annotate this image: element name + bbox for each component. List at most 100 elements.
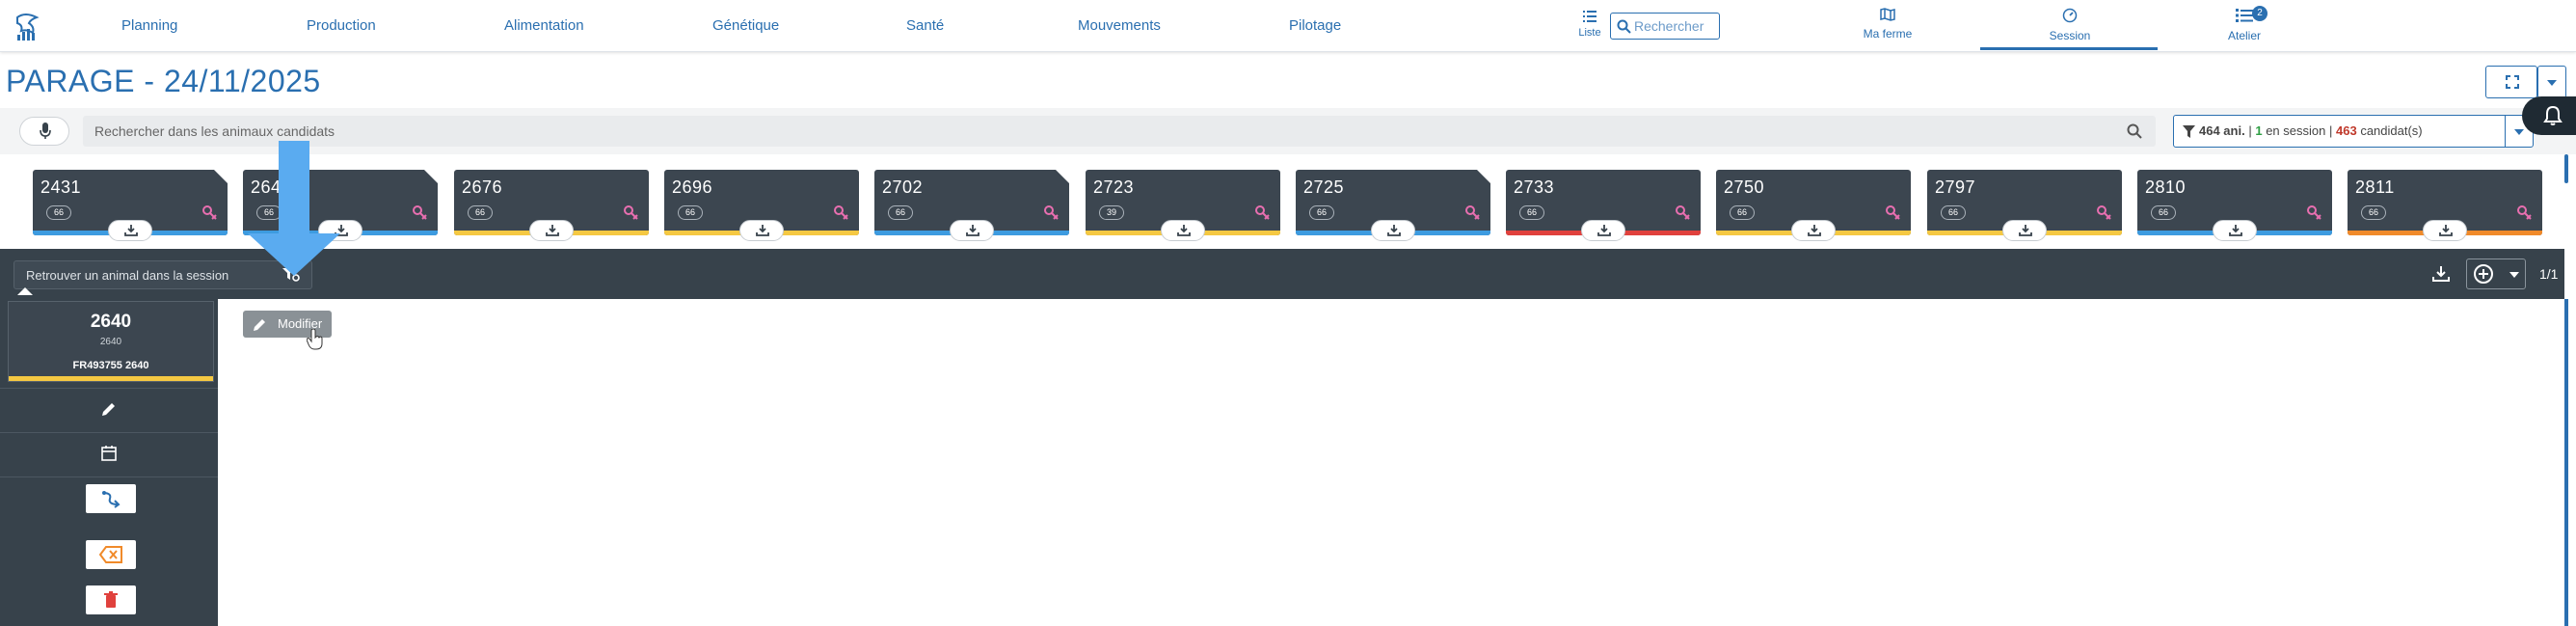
female-symbol-icon	[1465, 205, 1480, 220]
card-animal-number: 2810	[2145, 177, 2187, 197]
candidate-search-input[interactable]	[94, 122, 2100, 141]
candidate-card[interactable]: 2811 66	[2348, 170, 2542, 241]
candidate-card[interactable]: 2733 66	[1506, 170, 1701, 241]
add-to-session-button[interactable]	[950, 220, 994, 241]
nav-production[interactable]: Production	[307, 17, 376, 34]
card-lactation-chip: 66	[46, 205, 71, 220]
add-to-session-button[interactable]	[1791, 220, 1836, 241]
candidate-card[interactable]: 2431 66	[33, 170, 228, 241]
pagination-indicator: 1/1	[2539, 266, 2559, 282]
add-to-session-button[interactable]	[2423, 220, 2467, 241]
card-lactation-chip: 66	[468, 205, 493, 220]
nav-search-input[interactable]	[1634, 17, 1715, 35]
app-logo-icon[interactable]	[12, 10, 44, 42]
export-button[interactable]	[2428, 260, 2455, 287]
add-circle-icon[interactable]	[2473, 263, 2494, 285]
hand-cursor-icon	[307, 329, 323, 350]
download-icon	[756, 225, 769, 236]
content-scrollbar[interactable]	[2564, 299, 2568, 626]
nav-sante[interactable]: Santé	[906, 17, 944, 34]
nav-ma-ferme[interactable]: Ma ferme	[1861, 8, 1915, 41]
add-animal-button-group[interactable]	[2466, 259, 2526, 289]
move-animal-button[interactable]	[86, 484, 136, 513]
card-animal-number: 2431	[40, 177, 82, 197]
liste-button[interactable]: Liste	[1573, 10, 1606, 44]
female-symbol-icon	[413, 205, 427, 220]
nav-search-box[interactable]	[1610, 13, 1720, 40]
candidate-card[interactable]: 2676 66	[454, 170, 649, 241]
nav-alimentation[interactable]: Alimentation	[504, 17, 584, 34]
remove-from-session-button[interactable]	[86, 540, 136, 569]
add-to-session-button[interactable]	[1161, 220, 1205, 241]
search-icon[interactable]	[2127, 123, 2142, 139]
caret-down-icon	[2547, 80, 2557, 86]
nav-atelier[interactable]: 2 Atelier	[2223, 6, 2267, 42]
liste-label: Liste	[1578, 27, 1601, 39]
candidate-card[interactable]: 2696 66	[664, 170, 859, 241]
session-content-area	[218, 299, 2564, 626]
animal-sub-number: 2640	[99, 337, 122, 347]
nav-planning[interactable]: Planning	[121, 17, 177, 34]
card-lactation-chip: 66	[888, 205, 913, 220]
add-to-session-button[interactable]	[1581, 220, 1625, 241]
atelier-badge: 2	[2252, 6, 2267, 21]
nav-genetique[interactable]: Génétique	[712, 17, 779, 34]
fullscreen-icon	[2506, 75, 2519, 89]
candidate-card[interactable]: 2725 66	[1296, 170, 1490, 241]
candidate-card[interactable]: 2723 39	[1086, 170, 1280, 241]
card-animal-number: 2811	[2355, 177, 2395, 197]
card-animal-number: 2723	[1093, 177, 1135, 197]
add-to-session-button[interactable]	[2002, 220, 2047, 241]
nav-mouvements[interactable]: Mouvements	[1078, 17, 1161, 34]
download-icon	[1177, 225, 1191, 236]
active-tab-indicator	[1980, 47, 2158, 50]
notifications-button[interactable]	[2522, 96, 2576, 135]
trash-icon	[104, 591, 118, 608]
delete-button[interactable]	[86, 585, 136, 614]
add-to-session-button[interactable]	[2213, 220, 2257, 241]
download-icon	[2019, 225, 2032, 236]
gauge-icon	[2062, 8, 2078, 23]
card-lactation-chip: 39	[1099, 205, 1124, 220]
add-to-session-button[interactable]	[739, 220, 784, 241]
nav-pilotage[interactable]: Pilotage	[1289, 17, 1341, 34]
female-symbol-icon	[624, 205, 638, 220]
card-corner-marker	[1056, 170, 1069, 183]
card-animal-number: 2797	[1935, 177, 1976, 197]
sidebar-calendar-row[interactable]	[0, 432, 218, 476]
route-icon	[102, 491, 121, 508]
caret-down-icon[interactable]	[2509, 272, 2519, 278]
candidate-card[interactable]: 2797 66	[1927, 170, 2122, 241]
candidate-search-box[interactable]	[83, 116, 2156, 147]
add-to-session-button[interactable]	[529, 220, 574, 241]
add-to-session-button[interactable]	[108, 220, 152, 241]
voice-search-button[interactable]	[19, 117, 69, 146]
session-search-input[interactable]	[26, 266, 277, 284]
scrollbar[interactable]	[2564, 154, 2568, 183]
candidates-label: candidat(s)	[2360, 123, 2423, 138]
download-icon	[1387, 225, 1401, 236]
sidebar-edit-row[interactable]	[0, 388, 218, 432]
collapse-caret-icon[interactable]	[17, 287, 33, 295]
female-symbol-icon	[202, 205, 217, 220]
candidate-card[interactable]: 2810 66	[2137, 170, 2332, 241]
card-animal-number: 2676	[462, 177, 503, 197]
candidate-card[interactable]: 2640 66	[243, 170, 438, 241]
card-animal-number: 2725	[1303, 177, 1345, 197]
selected-animal-card[interactable]: 2640 2640 FR493755 2640	[8, 301, 214, 382]
filter-summary-button[interactable]: 464 ani. | 1 en session | 463 candidat(s…	[2173, 115, 2507, 148]
nav-session[interactable]: Session	[2044, 8, 2096, 42]
fullscreen-button[interactable]	[2485, 66, 2537, 98]
toolbar-dropdown-button[interactable]	[2537, 66, 2566, 98]
female-symbol-icon	[1676, 205, 1690, 220]
ma-ferme-label: Ma ferme	[1863, 27, 1913, 41]
candidate-card[interactable]: 2750 66	[1716, 170, 1911, 241]
candidates-count: 463	[2336, 123, 2357, 138]
add-to-session-button[interactable]	[1371, 220, 1415, 241]
card-lactation-chip: 66	[1519, 205, 1544, 220]
calendar-icon	[101, 446, 117, 461]
download-icon	[546, 225, 559, 236]
bell-icon	[2543, 105, 2563, 125]
candidate-card[interactable]: 2702 66	[874, 170, 1069, 241]
card-corner-marker	[1477, 170, 1490, 183]
